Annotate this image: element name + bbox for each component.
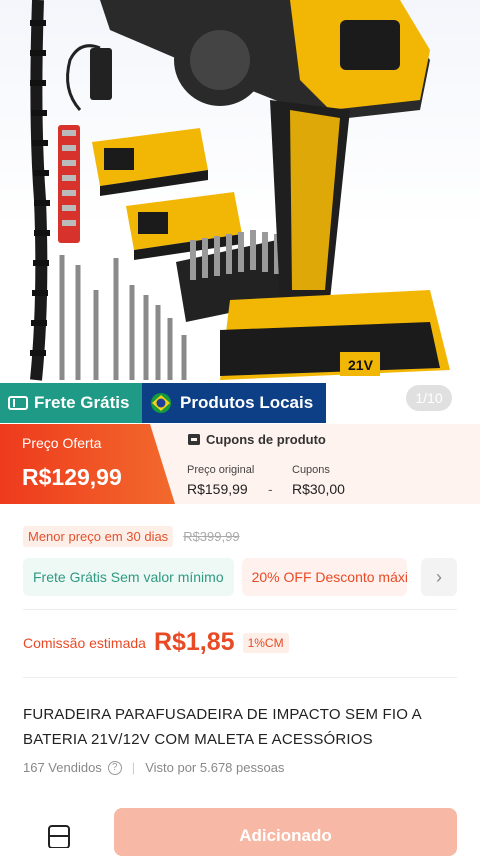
free-shipping-badge: Frete Grátis — [0, 383, 142, 423]
strikethrough-price: R$399,99 — [183, 529, 240, 544]
coupons-header: Cupons de produto — [188, 432, 326, 447]
discount-chip[interactable]: 20% OFF Desconto máximo — [241, 558, 407, 596]
bottom-action-bar: Adicionado — [0, 800, 480, 856]
battery-1 — [92, 128, 208, 196]
commission-rate-tag: 1%CM — [242, 632, 289, 653]
product-badges: Frete Grátis Produtos Locais — [0, 383, 326, 423]
commission-label: Comissão estimada — [23, 634, 146, 651]
commission-value: R$1,85 — [153, 628, 235, 656]
free-shipping-label: Frete Grátis — [34, 393, 130, 412]
drill-bits — [59, 255, 187, 380]
free-shipping-chip[interactable]: Frete Grátis Sem valor mínimo — [23, 558, 234, 596]
drill: 21V — [100, 0, 450, 380]
coupon-block[interactable]: Cupons de produto Preço original R$159,9… — [150, 424, 480, 504]
sold-count: 167 Vendidos — [23, 760, 102, 775]
lowest-price-tag: Menor preço em 30 dias — [23, 526, 174, 547]
coupons-value: R$30,00 — [292, 481, 345, 497]
drill-product-image: 21V — [30, 0, 450, 381]
local-products-badge: Produtos Locais — [142, 383, 326, 423]
separator: | — [131, 760, 136, 775]
battery-2 — [126, 192, 242, 260]
charger — [90, 48, 112, 100]
coupons-header-label: Cupons de produto — [206, 432, 326, 447]
coupon-icon — [188, 434, 200, 445]
image-counter: 1/10 — [406, 385, 452, 411]
offer-price-label: Preço Oferta — [22, 435, 102, 451]
divider — [23, 609, 457, 610]
product-meta: 167 Vendidos ? | Visto por 5.678 pessoas — [23, 760, 284, 775]
offer-price: R$129,99 — [22, 464, 122, 490]
store-icon[interactable] — [44, 812, 74, 848]
coupons-label: Cupons — [292, 464, 330, 476]
chevron-right-icon[interactable]: › — [421, 558, 457, 596]
local-products-label: Produtos Locais — [180, 393, 314, 412]
original-price-label: Preço original — [187, 464, 255, 476]
promo-chips: Frete Grátis Sem valor mínimo 20% OFF De… — [23, 558, 457, 596]
original-price: R$159,99 — [187, 481, 248, 497]
brazil-flag-icon — [151, 393, 171, 413]
product-title: FURADEIRA PARAFUSADEIRA DE IMPACTO SEM F… — [23, 706, 422, 748]
help-icon[interactable]: ? — [107, 760, 122, 775]
product-image-gallery[interactable]: 21V — [0, 0, 480, 385]
ticket-icon — [8, 396, 28, 410]
minus-sign: - — [268, 481, 273, 497]
lowest-price-row: Menor preço em 30 dias R$399,99 — [23, 526, 240, 547]
price-banner: Preço Oferta R$129,99 Cupons de produto … — [0, 424, 480, 504]
offer-price-block: Preço Oferta R$129,99 — [0, 424, 175, 504]
commission-row: Comissão estimada R$1,85 1%CM — [23, 628, 289, 657]
battery-voltage-label: 21V — [348, 357, 374, 373]
added-button[interactable]: Adicionado — [114, 808, 457, 856]
divider — [23, 677, 457, 678]
view-count: Visto por 5.678 pessoas — [145, 760, 285, 775]
